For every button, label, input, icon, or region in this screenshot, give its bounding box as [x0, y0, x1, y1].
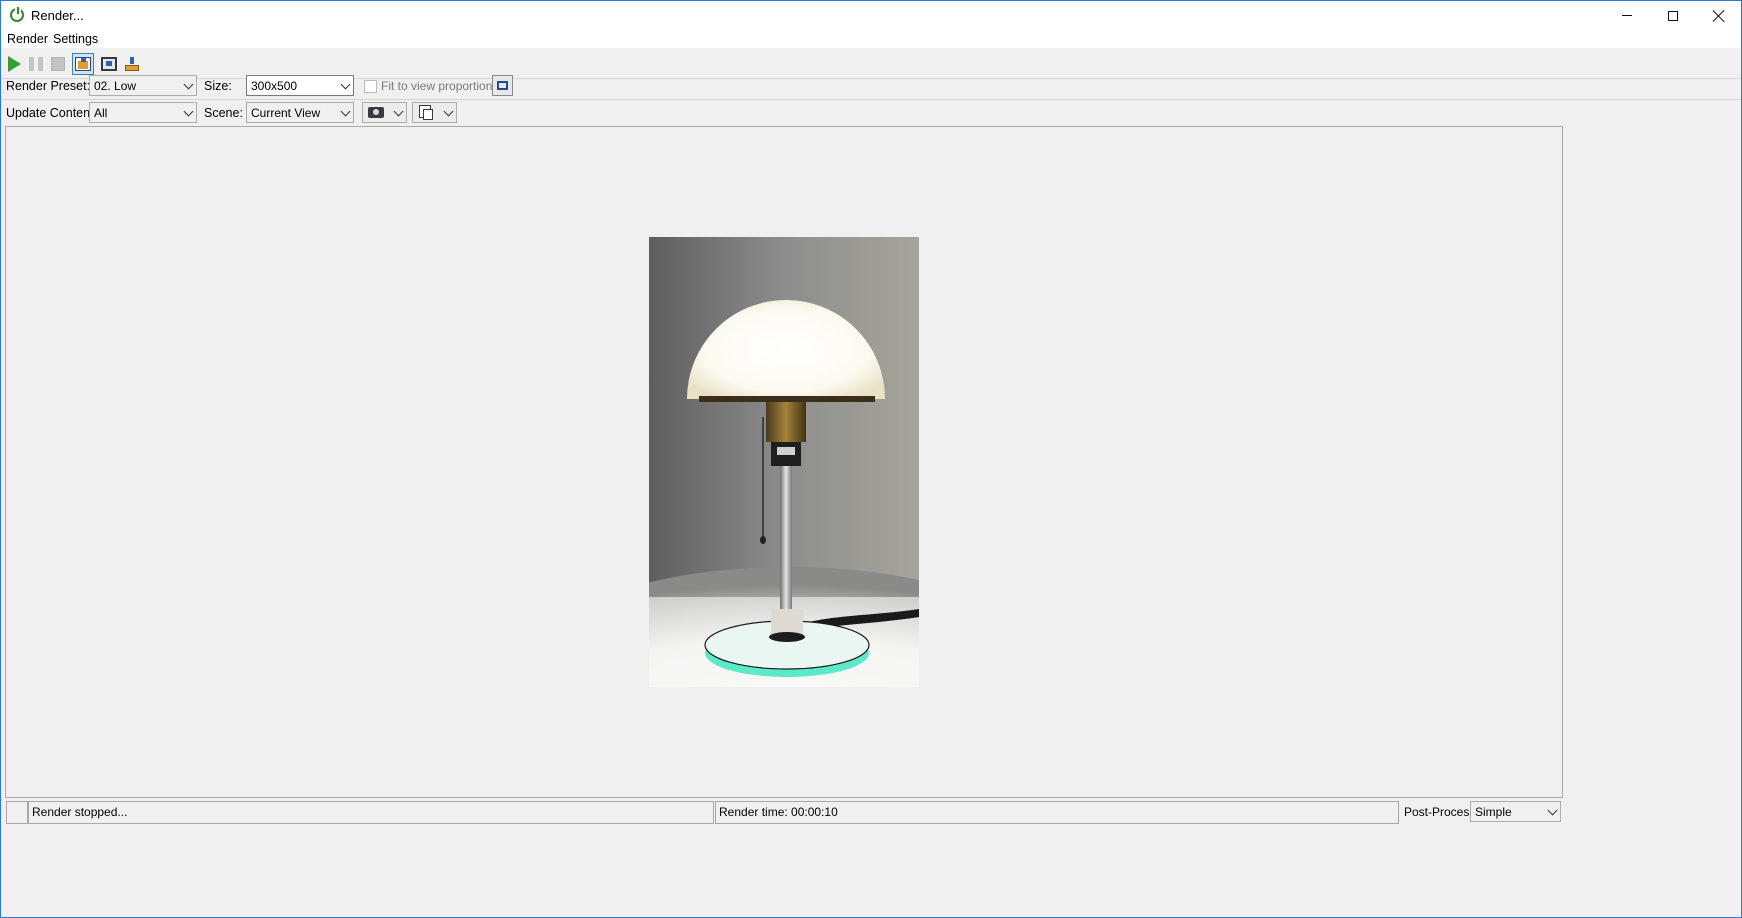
render-time: Render time: 00:00:10 — [719, 805, 838, 819]
post-process-value: Simple — [1475, 805, 1512, 819]
render-time-cell: Render time: 00:00:10 — [715, 801, 1399, 824]
chevron-down-icon — [183, 106, 194, 117]
render-preset-label: Render Preset: — [6, 79, 91, 93]
status-message-cell: Render stopped... — [28, 801, 714, 824]
chevron-down-icon — [1547, 805, 1558, 816]
close-icon — [1712, 9, 1726, 23]
update-content-value: All — [94, 106, 108, 120]
app-icon — [10, 7, 24, 22]
update-content-select[interactable]: All — [89, 102, 197, 123]
minimize-button[interactable] — [1604, 1, 1649, 30]
chevron-down-icon — [393, 106, 404, 117]
copy-dropdown[interactable] — [412, 102, 457, 123]
window-title: Render... — [31, 8, 84, 23]
menu-render[interactable]: Render — [7, 32, 48, 46]
status-indicator — [6, 801, 28, 824]
fit-to-view-checkbox[interactable]: Fit to view proportions — [364, 79, 498, 93]
content-row: Update Content: All Scene: Current View — [1, 99, 1741, 126]
size-label: Size: — [204, 79, 232, 93]
maximize-icon — [1667, 10, 1678, 21]
status-message: Render stopped... — [32, 805, 128, 819]
save-render-icon — [124, 56, 140, 72]
fit-view-button[interactable] — [492, 75, 513, 96]
chevron-down-icon — [340, 106, 351, 117]
chevron-down-icon — [183, 79, 194, 90]
menu-bar: Render Settings — [1, 30, 1741, 48]
camera-dropdown[interactable] — [362, 102, 407, 123]
close-button[interactable] — [1696, 1, 1741, 30]
scene-value: Current View — [251, 106, 321, 120]
status-bar: Render stopped... Render time: 00:00:10 … — [1, 799, 1741, 826]
pause-icon — [29, 57, 43, 71]
menu-settings[interactable]: Settings — [53, 32, 98, 46]
render-to-image-icon — [75, 57, 91, 71]
size-select[interactable]: 300x500 — [246, 75, 354, 96]
update-content-label: Update Content: — [6, 106, 98, 120]
copy-icon — [419, 105, 433, 120]
render-viewport[interactable] — [5, 126, 1563, 798]
chevron-down-icon — [340, 79, 351, 90]
preset-row: Render Preset: 02. Low Size: 300x500 Fit… — [1, 72, 1741, 100]
fit-view-icon — [497, 81, 508, 90]
post-process-label: Post-Process: — [1404, 805, 1479, 819]
size-value: 300x500 — [251, 79, 298, 93]
scene-label: Scene: — [204, 106, 243, 120]
camera-icon — [368, 107, 384, 118]
scene-select[interactable]: Current View — [246, 102, 354, 123]
maximize-button[interactable] — [1650, 1, 1695, 30]
render-preset-select[interactable]: 02. Low — [89, 75, 197, 96]
post-process-select[interactable]: Simple — [1470, 801, 1561, 822]
render-output-image — [649, 237, 919, 687]
chevron-down-icon — [443, 106, 454, 117]
minimize-icon — [1621, 15, 1632, 16]
render-preset-value: 02. Low — [94, 79, 137, 93]
fit-to-view-label: Fit to view proportions — [381, 79, 499, 93]
stop-icon — [51, 57, 65, 71]
checkbox-box[interactable] — [364, 79, 377, 93]
title-bar[interactable]: Render... — [1, 1, 1741, 30]
play-icon — [7, 56, 21, 72]
render-to-window-icon — [101, 57, 117, 71]
